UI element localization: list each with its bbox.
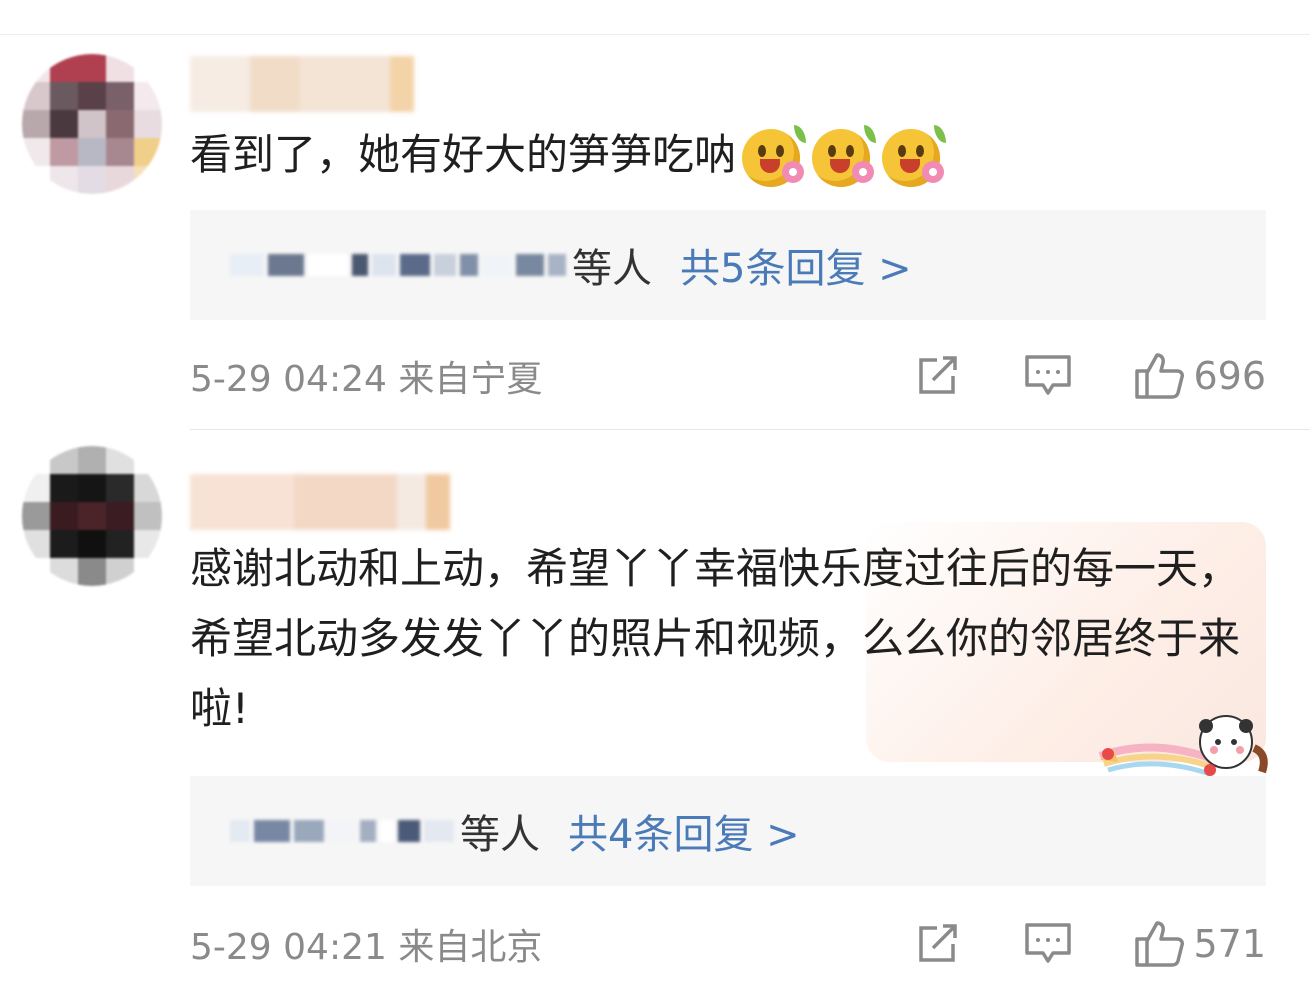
share-button[interactable] — [915, 354, 963, 398]
reply-suffix: 等人 — [572, 246, 652, 292]
laugh-flower-icon — [882, 124, 947, 187]
reply-preview-box[interactable]: 等人 共4条回复 > — [190, 776, 1266, 886]
reply-suffix: 等人 — [460, 812, 540, 858]
share-button[interactable] — [915, 922, 963, 966]
comment-meta: 5-29 04:21 来自北京 571 — [190, 914, 1266, 974]
view-replies-link[interactable]: 共4条回复 > — [568, 802, 800, 860]
like-count: 571 — [1193, 922, 1266, 966]
replier-names-blurred — [230, 245, 570, 285]
comment-text-content: 看到了，她有好大的笋笋吃呐 — [190, 130, 737, 179]
username-blurred[interactable] — [190, 56, 450, 112]
username-blurred[interactable] — [190, 474, 451, 530]
timestamp-location: 5-29 04:21 来自北京 — [190, 927, 543, 968]
comment-meta: 5-29 04:24 来自宁夏 696 — [190, 346, 1266, 406]
view-replies-link[interactable]: 共5条回复 > — [680, 236, 912, 294]
laugh-flower-icon — [812, 124, 877, 187]
avatar[interactable] — [22, 54, 162, 194]
comment-button[interactable] — [1023, 921, 1073, 967]
share-icon — [919, 924, 958, 962]
like-button[interactable]: 571 — [1133, 919, 1266, 969]
laugh-flower-icon — [742, 124, 807, 187]
timestamp-location: 5-29 04:24 来自宁夏 — [190, 359, 543, 400]
reply-preview-box[interactable]: 等人 共5条回复 > — [190, 210, 1266, 320]
thumbs-up-icon — [1133, 919, 1185, 969]
comment-button[interactable] — [1023, 353, 1073, 399]
comment-icon — [1025, 923, 1072, 963]
thumbs-up-icon — [1133, 351, 1185, 401]
previous-comment-edge — [0, 0, 1310, 35]
replier-names-blurred — [230, 811, 458, 851]
like-button[interactable]: 696 — [1133, 351, 1266, 401]
comment-text: 看到了，她有好大的笋笋吃呐 — [190, 120, 1290, 190]
share-icon — [919, 356, 958, 394]
comment-item: 看到了，她有好大的笋笋吃呐 等人 共5条回复 > 5-29 04:24 来自宁夏 — [0, 34, 1310, 430]
comment-item: 感谢北动和上动，希望丫丫幸福快乐度过往后的每一天，希望北动多发发丫丫的照片和视频… — [0, 430, 1310, 988]
avatar[interactable] — [22, 446, 162, 586]
emoji-row — [742, 124, 947, 187]
like-count: 696 — [1193, 354, 1266, 398]
comment-icon — [1025, 355, 1072, 395]
